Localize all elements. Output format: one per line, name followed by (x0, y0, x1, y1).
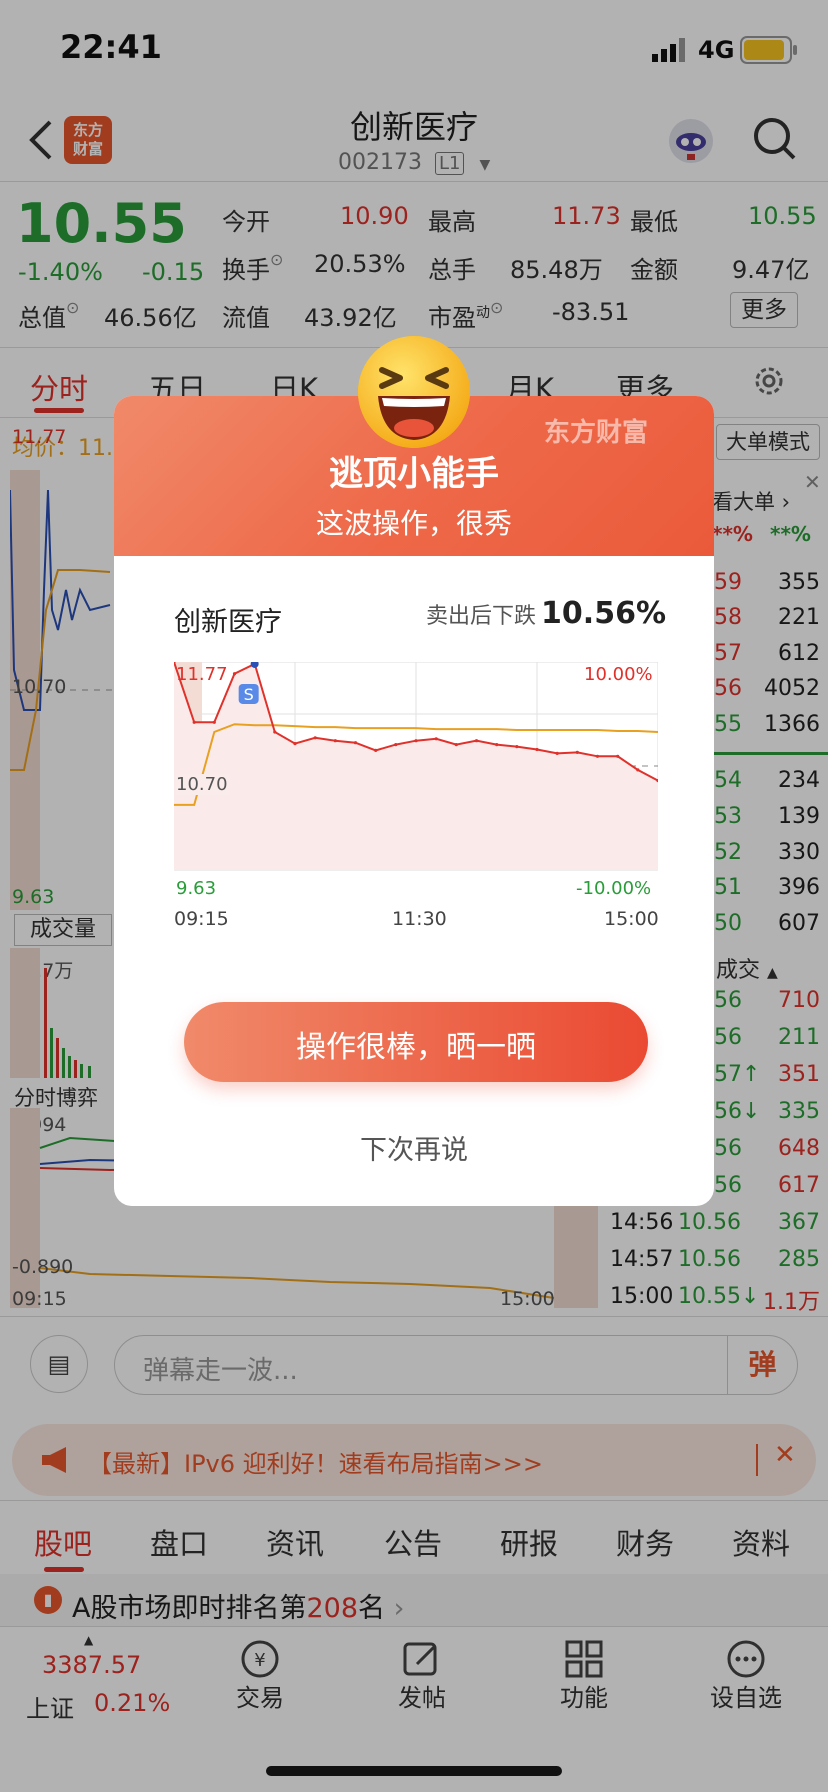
modal-time-end: 15:00 (604, 908, 659, 930)
share-button[interactable]: 操作很棒，晒一晒 (184, 1002, 648, 1082)
modal-subtitle: 这波操作，很秀 (315, 507, 512, 540)
modal-stock-name: 创新医疗 (174, 607, 282, 638)
modal-drop: 卖出后下跌 10.56% (422, 596, 666, 631)
price-point (535, 747, 539, 752)
price-point (353, 741, 358, 745)
price-point (515, 745, 519, 749)
modal-chart-low-label: 9.63 (176, 878, 217, 899)
modal-brand: 东方财富 (544, 418, 649, 448)
modal-drop-label: 卖出后下跌 (425, 604, 536, 629)
price-point (232, 672, 237, 676)
price-point (273, 730, 277, 734)
modal-time-start: 09:15 (174, 908, 229, 930)
modal-chart-mid-label: 10.70 (176, 774, 230, 795)
home-indicator (266, 1766, 562, 1776)
price-point (192, 720, 196, 724)
modal-pct-low-label: -10.00% (576, 878, 652, 899)
price-point (454, 743, 458, 747)
price-point (616, 754, 620, 758)
sell-marker-label: S (244, 685, 254, 704)
modal-chart-high-label: 11.77 (176, 664, 228, 685)
price-point (575, 750, 579, 754)
modal-drop-value: 10.56% (541, 596, 666, 631)
achievement-modal: 东方财富 逃顶小能手 这波操作，很秀 创新医疗 卖出后下跌 10.56% S 1… (114, 396, 714, 1206)
price-point (313, 736, 317, 740)
modal-pct-high-label: 10.00% (584, 664, 653, 685)
price-point (636, 768, 640, 772)
share-button-label: 操作很棒，晒一晒 (296, 1030, 536, 1065)
price-point (212, 720, 216, 724)
modal-title: 逃顶小能手 (329, 454, 499, 494)
price-point (595, 754, 600, 758)
modal-price-chart: S (174, 662, 658, 871)
price-point (394, 743, 398, 747)
price-point (374, 748, 378, 752)
price-point (555, 751, 559, 755)
price-point (414, 739, 418, 743)
price-point (293, 742, 297, 746)
price-point (474, 739, 479, 743)
price-point (495, 743, 499, 747)
laughing-emoji-icon (358, 336, 470, 448)
stock-detail-screen: { "status_bar": {"time": "22:41", "netwo… (0, 0, 828, 1792)
modal-time-mid: 11:30 (392, 908, 447, 930)
later-button[interactable]: 下次再说 (314, 1128, 514, 1167)
price-point (434, 737, 438, 741)
price-point (333, 739, 337, 743)
